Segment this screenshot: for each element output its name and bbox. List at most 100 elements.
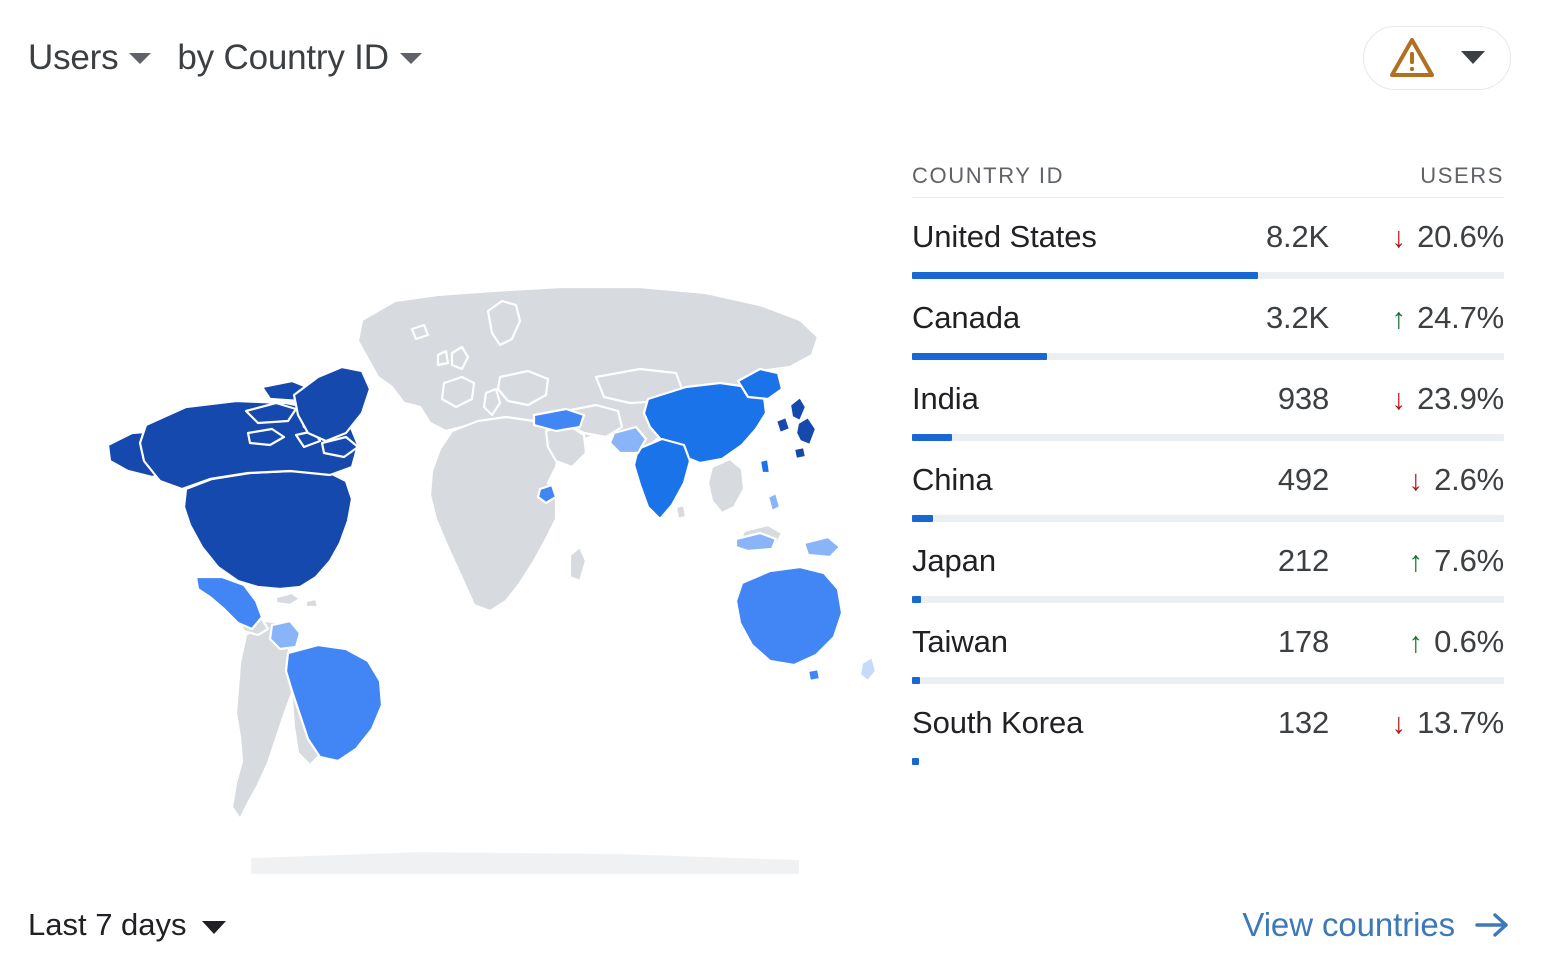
map-region-united-states[interactable] xyxy=(182,469,354,591)
delta-value: 7.6% xyxy=(1434,543,1504,578)
bar-fill xyxy=(912,434,952,441)
bar-track xyxy=(912,758,1504,765)
delta-indicator: ↓ 2.6% xyxy=(1329,462,1505,498)
delta-indicator: ↓ 20.6% xyxy=(1329,219,1505,255)
dimension-label: by Country ID xyxy=(177,37,389,77)
users-value: 492 xyxy=(1277,462,1329,497)
card-footer: Last 7 days View countries xyxy=(0,875,1547,975)
table-row-content: Taiwan 178 ↑ 0.6% xyxy=(912,603,1504,675)
table-header-row: COUNTRY ID USERS xyxy=(912,140,1504,198)
bar-fill xyxy=(912,758,919,765)
table-row-content: United States 8.2K ↓ 20.6% xyxy=(912,198,1504,270)
table-row[interactable]: South Korea 132 ↓ 13.7% xyxy=(912,684,1504,765)
world-map-svg xyxy=(106,285,878,875)
bar-fill xyxy=(912,596,922,603)
users-value: 938 xyxy=(1277,381,1329,416)
arrow-down-icon: ↓ xyxy=(1391,221,1407,254)
delta-indicator: ↑ 0.6% xyxy=(1329,624,1505,660)
map-region-japan-honshu[interactable] xyxy=(794,415,818,447)
map-region-new-zealand[interactable] xyxy=(858,655,878,683)
bar-track xyxy=(912,353,1504,360)
table-row[interactable]: United States 8.2K ↓ 20.6% xyxy=(912,198,1504,279)
chevron-down-icon xyxy=(399,52,422,64)
table-row[interactable]: China 492 ↓ 2.6% xyxy=(912,441,1504,522)
table-row[interactable]: India 938 ↓ 23.9% xyxy=(912,360,1504,441)
data-quality-warning-button[interactable] xyxy=(1363,25,1511,90)
users-value: 8.2K xyxy=(1266,219,1329,254)
table-row-content: Canada 3.2K ↑ 24.7% xyxy=(912,279,1504,351)
delta-value: 2.6% xyxy=(1434,462,1504,497)
delta-indicator: ↑ 7.6% xyxy=(1329,543,1505,579)
users-value: 3.2K xyxy=(1266,300,1329,335)
chevron-down-icon xyxy=(201,920,226,934)
date-range-selector[interactable]: Last 7 days xyxy=(28,907,226,943)
geo-map-card: Users by Country ID COUNTRY ID USERS Uni… xyxy=(0,0,1547,975)
map-region-japan-kyushu[interactable] xyxy=(792,445,808,461)
map-region-tasmania[interactable] xyxy=(806,667,822,683)
country-name: Japan xyxy=(912,543,996,578)
table-row[interactable]: Taiwan 178 ↑ 0.6% xyxy=(912,603,1504,684)
delta-value: 0.6% xyxy=(1434,624,1504,659)
arrow-down-icon: ↓ xyxy=(1391,707,1407,740)
users-value: 132 xyxy=(1277,705,1329,740)
title-group: Users by Country ID xyxy=(28,38,422,78)
map-region-papua-new-guinea[interactable] xyxy=(802,535,842,559)
delta-indicator: ↑ 24.7% xyxy=(1329,300,1505,336)
table-row[interactable]: Japan 212 ↑ 7.6% xyxy=(912,522,1504,603)
warning-triangle-icon xyxy=(1390,37,1434,77)
country-name: India xyxy=(912,381,979,416)
delta-value: 20.6% xyxy=(1417,219,1504,254)
dimension-selector[interactable]: by Country ID xyxy=(177,37,422,78)
delta-indicator: ↓ 13.7% xyxy=(1329,705,1505,741)
country-name: United States xyxy=(912,219,1097,254)
arrow-right-icon xyxy=(1475,913,1508,937)
world-map[interactable] xyxy=(0,115,900,875)
bar-fill xyxy=(912,353,1047,360)
map-region-japan[interactable] xyxy=(788,395,808,423)
arrow-up-icon: ↑ xyxy=(1408,626,1424,659)
view-countries-link[interactable]: View countries xyxy=(1242,906,1513,944)
country-name: Taiwan xyxy=(912,624,1008,659)
bar-track xyxy=(912,272,1504,279)
country-name: Canada xyxy=(912,300,1020,335)
view-countries-label: View countries xyxy=(1242,906,1455,943)
bar-track xyxy=(912,515,1504,522)
country-name: China xyxy=(912,462,993,497)
bar-track xyxy=(912,677,1504,684)
table-body: United States 8.2K ↓ 20.6% Canada 3.2K ↑ 24.7% I… xyxy=(912,198,1504,765)
date-range-label: Last 7 days xyxy=(28,907,187,942)
users-value: 212 xyxy=(1277,543,1329,578)
country-table: COUNTRY ID USERS United States 8.2K ↓ 20.6%… xyxy=(912,140,1504,765)
delta-value: 13.7% xyxy=(1417,705,1504,740)
delta-value: 24.7% xyxy=(1417,300,1504,335)
metric-selector[interactable]: Users xyxy=(28,37,152,78)
arrow-down-icon: ↓ xyxy=(1408,464,1424,497)
map-region-greenland[interactable] xyxy=(292,365,372,443)
bar-track xyxy=(912,596,1504,603)
table-row-content: South Korea 132 ↓ 13.7% xyxy=(912,684,1504,756)
map-region-south-korea[interactable] xyxy=(774,415,792,435)
bar-track xyxy=(912,434,1504,441)
delta-indicator: ↓ 23.9% xyxy=(1329,381,1505,417)
bar-fill xyxy=(912,515,933,522)
metric-label: Users xyxy=(28,37,119,77)
bar-fill xyxy=(912,677,920,684)
arrow-up-icon: ↑ xyxy=(1391,302,1407,335)
table-row-content: India 938 ↓ 23.9% xyxy=(912,360,1504,432)
map-region-taiwan[interactable] xyxy=(758,457,772,475)
users-value: 178 xyxy=(1277,624,1329,659)
chevron-down-icon xyxy=(1461,51,1485,64)
arrow-up-icon: ↑ xyxy=(1408,545,1424,578)
arrow-down-icon: ↓ xyxy=(1391,383,1407,416)
table-row[interactable]: Canada 3.2K ↑ 24.7% xyxy=(912,279,1504,360)
column-header-users[interactable]: USERS xyxy=(1420,163,1504,189)
table-row-content: Japan 212 ↑ 7.6% xyxy=(912,522,1504,594)
map-region-colombia[interactable] xyxy=(268,619,302,651)
map-region-philippines[interactable] xyxy=(766,491,782,513)
card-header: Users by Country ID xyxy=(0,0,1547,115)
chevron-down-icon xyxy=(129,52,152,64)
column-header-country-id[interactable]: COUNTRY ID xyxy=(912,163,1064,189)
map-region-australia[interactable] xyxy=(734,565,844,667)
delta-value: 23.9% xyxy=(1417,381,1504,416)
country-name: South Korea xyxy=(912,705,1084,740)
